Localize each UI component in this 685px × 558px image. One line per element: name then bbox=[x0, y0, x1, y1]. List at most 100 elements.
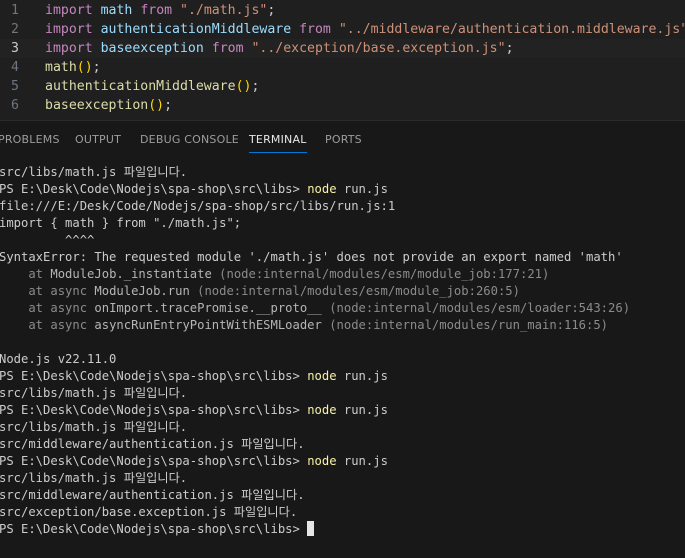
code-line[interactable]: 6 baseexception(); bbox=[0, 96, 685, 115]
code-token: import bbox=[45, 41, 93, 56]
code-token: "./math.js" bbox=[180, 3, 268, 18]
tab-problems[interactable]: PROBLEMS bbox=[0, 133, 60, 146]
terminal-line: import { math } from "./math.js"; bbox=[0, 216, 242, 230]
terminal-prompt-line: PS E:\Desk\Code\Nodejs\spa-shop\src\libs… bbox=[0, 453, 388, 470]
code-token: from bbox=[140, 3, 173, 18]
code-token: import bbox=[45, 3, 93, 18]
prompt-text: PS E:\Desk\Code\Nodejs\spa-shop\src\libs… bbox=[0, 403, 308, 417]
prompt-text: PS E:\Desk\Code\Nodejs\spa-shop\src\libs… bbox=[0, 522, 308, 536]
stack-function: asyncRunEntryPointWithESMLoader bbox=[94, 318, 322, 332]
stack-function: onImport.tracePromise.__proto__ bbox=[94, 301, 322, 315]
command-name: node bbox=[307, 182, 337, 196]
stack-location: (node:internal/modules/run_main:116:5) bbox=[321, 318, 609, 332]
prompt-text: PS E:\Desk\Code\Nodejs\spa-shop\src\libs… bbox=[0, 182, 308, 196]
code-line[interactable]: 4 math(); bbox=[0, 58, 685, 77]
code-token: ; bbox=[505, 41, 514, 56]
stack-location: (node:internal/modules/esm/module_job:17… bbox=[211, 267, 550, 281]
code-text: import math from "./math.js"; bbox=[45, 1, 275, 20]
command-args: run.js bbox=[336, 403, 388, 417]
command-args: run.js bbox=[336, 369, 388, 383]
stack-prefix: at async bbox=[0, 318, 95, 332]
prompt-text: PS E:\Desk\Code\Nodejs\spa-shop\src\libs… bbox=[0, 369, 308, 383]
line-number: 3 bbox=[11, 41, 19, 56]
code-token: "../exception/base.exception.js" bbox=[251, 41, 506, 56]
command-name: node bbox=[307, 403, 337, 417]
code-token: baseexception bbox=[45, 98, 149, 113]
stack-location: (node:internal/modules/esm/module_job:26… bbox=[189, 284, 520, 298]
code-token: ; bbox=[251, 79, 260, 94]
code-token: () bbox=[235, 79, 252, 94]
code-text: authenticationMiddleware(); bbox=[45, 77, 259, 96]
code-token: () bbox=[148, 98, 165, 113]
line-number: 5 bbox=[11, 79, 19, 94]
stack-trace-line: at ModuleJob._instantiate (node:internal… bbox=[0, 266, 549, 283]
code-line[interactable]: 1 import math from "./math.js"; bbox=[0, 1, 685, 20]
tab-terminal[interactable]: TERMINAL bbox=[249, 133, 307, 153]
code-token: baseexception bbox=[100, 41, 204, 56]
terminal-line: SyntaxError: The requested module './mat… bbox=[0, 250, 623, 264]
code-token: authenticationMiddleware bbox=[45, 79, 236, 94]
terminal-line: src/exception/base.exception.js 파일입니다. bbox=[0, 505, 298, 519]
terminal-line: src/libs/math.js 파일입니다. bbox=[0, 165, 188, 179]
code-token: from bbox=[211, 41, 244, 56]
stack-function: ModuleJob._instantiate bbox=[50, 267, 212, 281]
tab-ports[interactable]: PORTS bbox=[325, 133, 362, 146]
terminal-cursor bbox=[307, 521, 315, 536]
code-token: ; bbox=[92, 60, 101, 75]
line-number: 2 bbox=[11, 22, 19, 37]
command-name: node bbox=[307, 369, 337, 383]
terminal-line: ^^^^ bbox=[0, 233, 95, 247]
code-token: ; bbox=[164, 98, 173, 113]
code-line[interactable]: 2 import authenticationMiddleware from ".… bbox=[0, 20, 685, 39]
code-token: "../middleware/authentication.middleware… bbox=[338, 22, 685, 37]
terminal-line: src/libs/math.js 파일입니다. bbox=[0, 471, 188, 485]
code-token: import bbox=[45, 22, 93, 37]
stack-prefix: at bbox=[0, 267, 51, 281]
terminal-line: src/libs/math.js 파일입니다. bbox=[0, 420, 188, 434]
terminal-prompt-line: PS E:\Desk\Code\Nodejs\spa-shop\src\libs… bbox=[0, 402, 388, 419]
code-line[interactable]: 5 authenticationMiddleware(); bbox=[0, 77, 685, 96]
terminal-prompt-line: PS E:\Desk\Code\Nodejs\spa-shop\src\libs… bbox=[0, 181, 388, 198]
stack-trace-line: at async ModuleJob.run (node:internal/mo… bbox=[0, 283, 520, 300]
code-token: from bbox=[299, 22, 331, 37]
terminal-input-line[interactable]: PS E:\Desk\Code\Nodejs\spa-shop\src\libs… bbox=[0, 521, 315, 538]
terminal-line: src/libs/math.js 파일입니다. bbox=[0, 386, 188, 400]
code-token: () bbox=[76, 60, 93, 75]
code-text: import authenticationMiddleware from "..… bbox=[45, 20, 685, 39]
stack-function: ModuleJob.run bbox=[94, 284, 190, 298]
tab-debug-console[interactable]: DEBUG CONSOLE bbox=[140, 133, 239, 146]
terminal-line: src/middleware/authentication.js 파일입니다. bbox=[0, 488, 305, 502]
stack-trace-line: at async onImport.tracePromise.__proto__… bbox=[0, 300, 630, 317]
prompt-text: PS E:\Desk\Code\Nodejs\spa-shop\src\libs… bbox=[0, 454, 308, 468]
terminal-line: file:///E:/Desk/Code/Nodejs/spa-shop/src… bbox=[0, 199, 396, 213]
command-args: run.js bbox=[336, 182, 388, 196]
code-token: math bbox=[45, 60, 77, 75]
command-args: run.js bbox=[336, 454, 388, 468]
line-number: 1 bbox=[11, 3, 19, 18]
panel-tabs: PROBLEMS OUTPUT DEBUG CONSOLE TERMINAL P… bbox=[0, 121, 685, 157]
code-line[interactable]: 3 import baseexception from "../exception… bbox=[0, 39, 685, 58]
stack-trace-line: at async asyncRunEntryPointWithESMLoader… bbox=[0, 317, 608, 334]
command-name: node bbox=[307, 454, 337, 468]
terminal-line: Node.js v22.11.0 bbox=[0, 352, 117, 366]
terminal-output[interactable]: src/libs/math.js 파일입니다. PS E:\Desk\Code\N… bbox=[0, 157, 685, 558]
terminal-prompt-line: PS E:\Desk\Code\Nodejs\spa-shop\src\libs… bbox=[0, 368, 388, 385]
code-text: math(); bbox=[45, 58, 101, 77]
tab-output[interactable]: OUTPUT bbox=[75, 133, 121, 146]
terminal-line: src/middleware/authentication.js 파일입니다. bbox=[0, 437, 305, 451]
code-text: import baseexception from "../exception/… bbox=[45, 39, 514, 58]
line-number: 6 bbox=[11, 98, 19, 113]
code-text: baseexception(); bbox=[45, 96, 172, 115]
code-token: ; bbox=[267, 3, 276, 18]
code-editor[interactable]: 1 import math from "./math.js"; 2 import au… bbox=[0, 0, 685, 120]
line-number: 4 bbox=[11, 60, 19, 75]
bottom-panel: PROBLEMS OUTPUT DEBUG CONSOLE TERMINAL P… bbox=[0, 120, 685, 558]
stack-prefix: at async bbox=[0, 301, 95, 315]
stack-location: (node:internal/modules/esm/loader:543:26… bbox=[321, 301, 631, 315]
stack-prefix: at async bbox=[0, 284, 95, 298]
